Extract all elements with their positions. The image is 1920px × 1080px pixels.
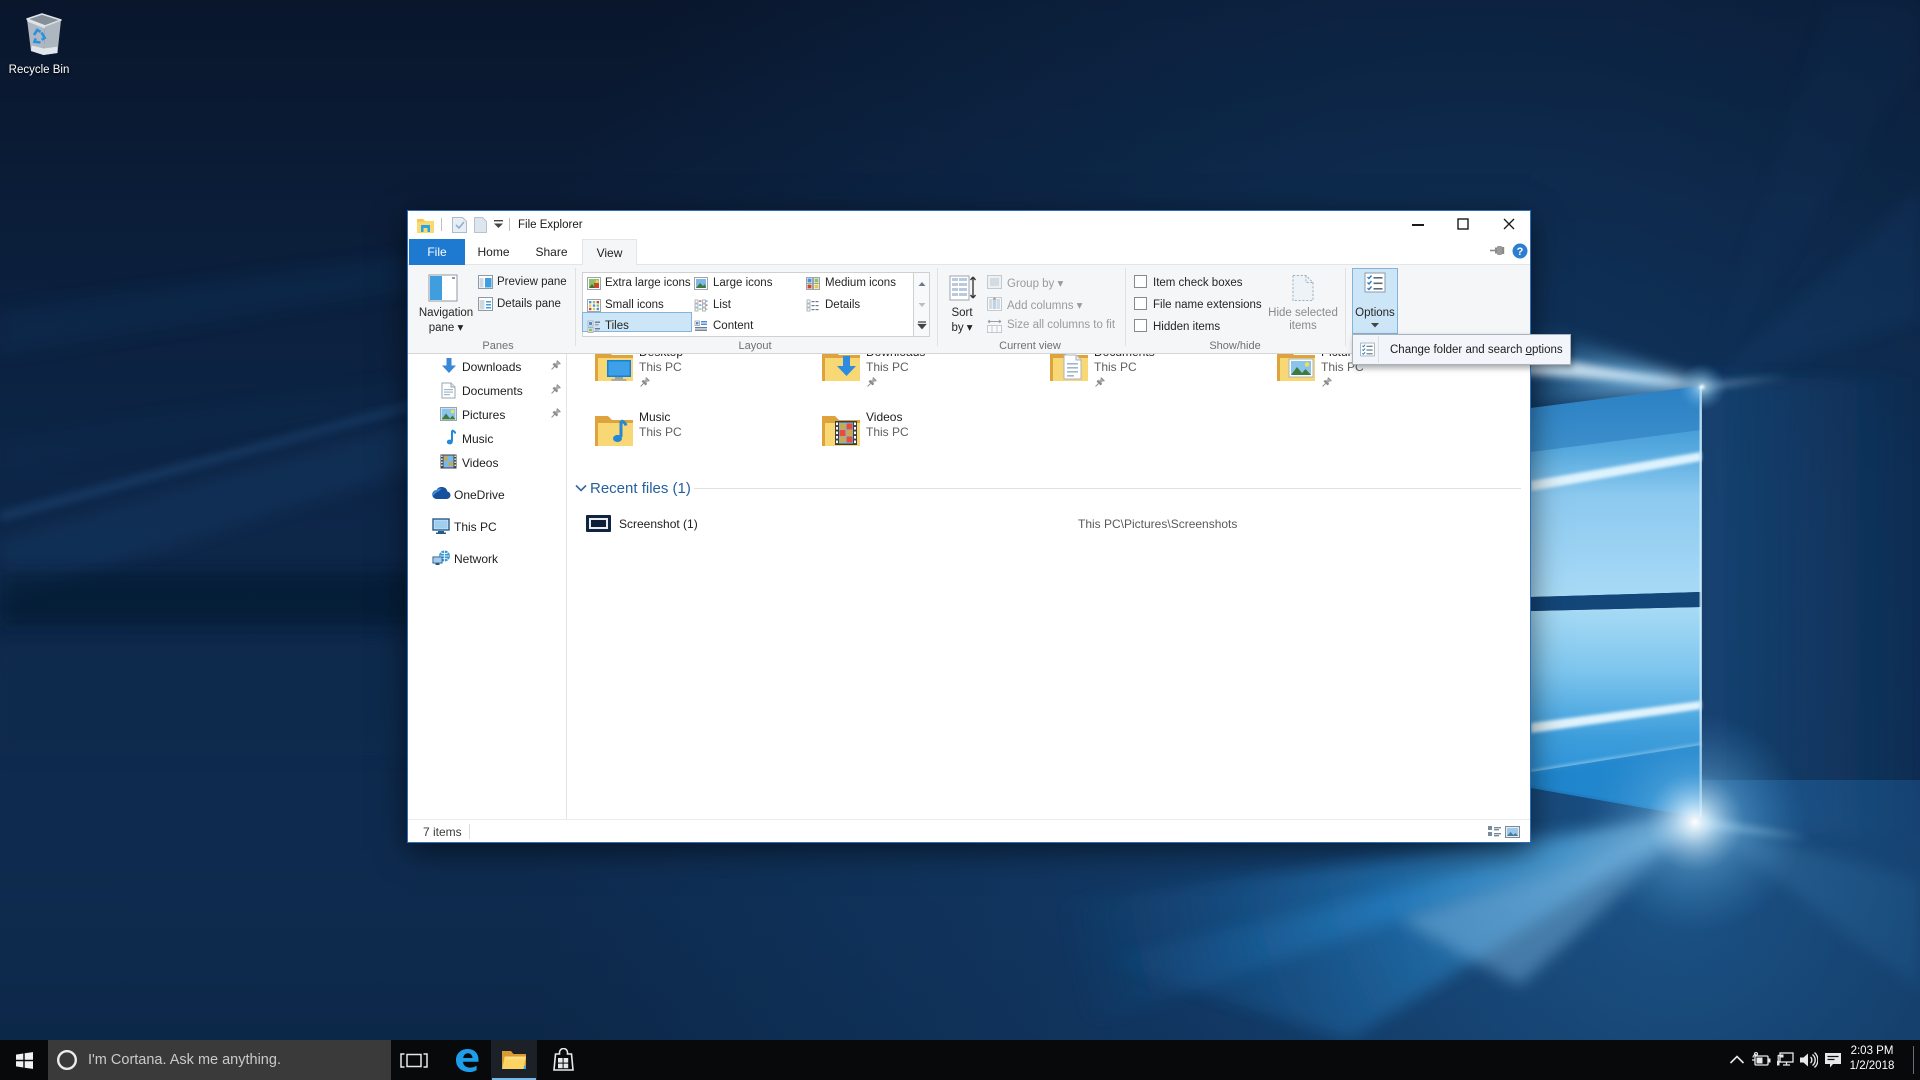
svg-text:?: ? <box>1517 246 1524 258</box>
